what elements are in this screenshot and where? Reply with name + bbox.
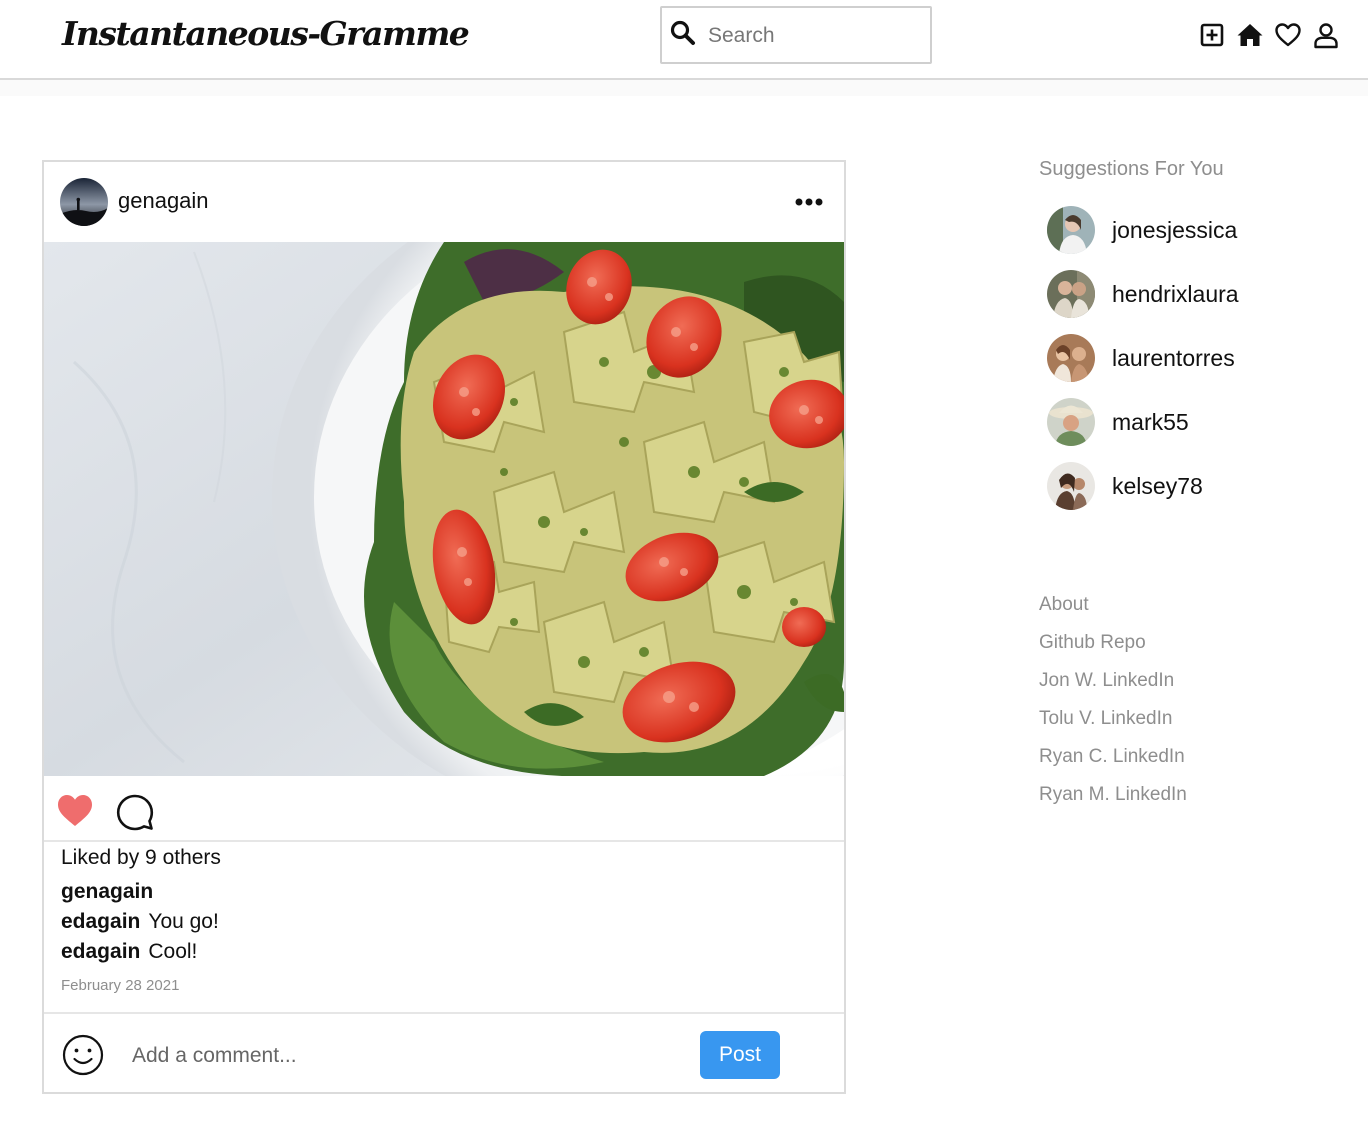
suggestion-avatar[interactable] [1047,206,1095,254]
post-date: February 28 2021 [61,977,180,994]
post-actions-bar [44,776,844,842]
suggestion-username[interactable]: kelsey78 [1112,473,1203,500]
nav-shadow-strip [0,80,1368,96]
add-comment-bar: Post [44,1012,844,1092]
suggestion-item[interactable]: jonesjessica [1047,206,1347,254]
ryan-m-linkedin-link[interactable]: Ryan M. LinkedIn [1039,784,1187,822]
suggestion-username[interactable]: jonesjessica [1112,217,1237,244]
post-card: genagain Liked by 9 others genagain edag… [42,160,846,1094]
search-box[interactable] [660,6,932,64]
suggestion-avatar[interactable] [1047,462,1095,510]
comment-username[interactable]: edagain [61,940,140,963]
suggestion-item[interactable]: hendrixlaura [1047,270,1347,318]
comment-input[interactable] [132,1042,672,1070]
home-icon[interactable] [1236,21,1264,49]
post-image[interactable] [44,242,844,776]
post-author-username[interactable]: genagain [118,188,209,214]
nav-icon-group [1198,18,1340,52]
ryan-c-linkedin-link[interactable]: Ryan C. LinkedIn [1039,746,1187,784]
suggestion-avatar[interactable] [1047,270,1095,318]
heart-icon[interactable] [1274,21,1302,49]
post-author-avatar[interactable] [60,178,108,226]
about-link[interactable]: About [1039,594,1187,632]
emoji-smiley-icon[interactable] [62,1034,104,1076]
likes-count: Liked by 9 others [61,846,221,869]
suggestion-username[interactable]: laurentorres [1112,345,1235,372]
add-post-icon[interactable] [1198,21,1226,49]
top-nav-bar: Instantaneous-Gramme [0,0,1368,80]
caption-username[interactable]: genagain [61,880,153,904]
suggestion-item[interactable]: kelsey78 [1047,462,1347,510]
comment-text: Cool! [148,940,198,963]
more-options-icon[interactable] [794,192,824,212]
like-heart-icon[interactable] [56,792,94,828]
suggestion-avatar[interactable] [1047,334,1095,382]
suggestion-item[interactable]: laurentorres [1047,334,1347,382]
suggestion-username[interactable]: mark55 [1112,409,1189,436]
comment-username[interactable]: edagain [61,910,140,933]
comment-item: edagain Cool! [61,940,197,964]
post-comment-button[interactable]: Post [700,1031,780,1079]
github-repo-link[interactable]: Github Repo [1039,632,1187,670]
footer-links: About Github Repo Jon W. LinkedIn Tolu V… [1039,594,1187,822]
jon-w-linkedin-link[interactable]: Jon W. LinkedIn [1039,670,1187,708]
comment-item: edagain You go! [61,910,219,934]
tolu-v-linkedin-link[interactable]: Tolu V. LinkedIn [1039,708,1187,746]
profile-icon[interactable] [1312,21,1340,49]
suggestions-list: jonesjessica hendrixlaura laurentorres m… [1047,206,1347,526]
search-icon [670,20,695,45]
suggestion-item[interactable]: mark55 [1047,398,1347,446]
comment-icon[interactable] [116,793,154,831]
post-header: genagain [44,162,844,242]
app-logo[interactable]: Instantaneous-Gramme [62,14,470,53]
suggestions-heading: Suggestions For You [1039,158,1224,180]
suggestion-avatar[interactable] [1047,398,1095,446]
comment-text: You go! [148,910,219,933]
search-input[interactable] [708,22,918,50]
suggestion-username[interactable]: hendrixlaura [1112,281,1239,308]
